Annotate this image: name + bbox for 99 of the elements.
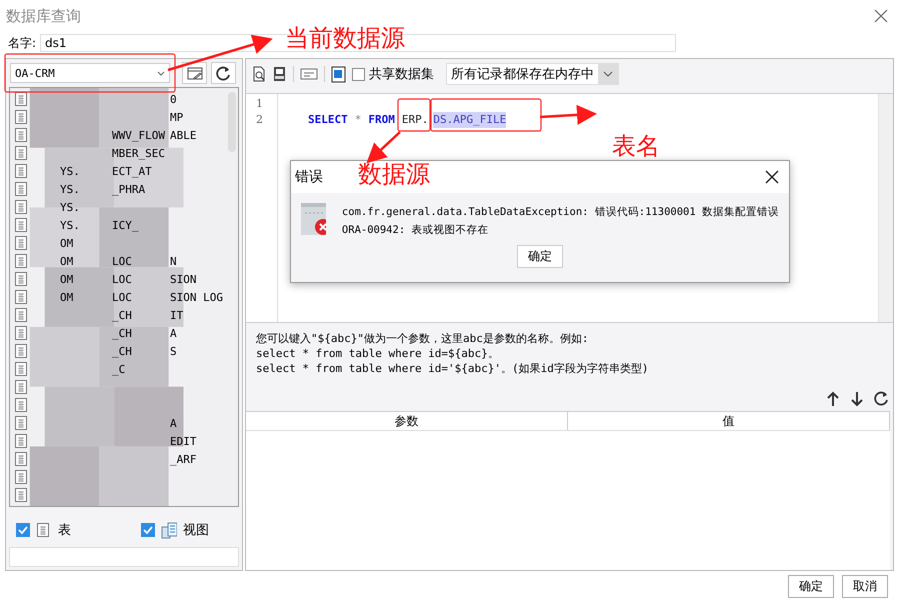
table-name[interactable]: N xyxy=(170,254,177,268)
view-icon xyxy=(161,522,177,539)
table-name[interactable]: S xyxy=(170,344,177,358)
annotation-label: 表名 xyxy=(612,131,660,162)
table-icon xyxy=(14,343,28,359)
table-icon xyxy=(14,451,28,467)
error-message: com.fr.general.data.TableDataException: 错误代码:11300001 数据集配置错误 xyxy=(342,205,779,220)
code-line[interactable]: SELECT * FROM ERP. DS.APG_FILE xyxy=(308,112,512,128)
datasource-dropdown[interactable]: OA-CRM xyxy=(10,63,170,83)
edit-connection-button[interactable] xyxy=(182,62,207,84)
table-name[interactable]: _PHRA xyxy=(112,182,146,196)
table-name[interactable]: OM xyxy=(60,254,74,268)
checkbox-label: 表 xyxy=(58,522,71,540)
preview-icon[interactable] xyxy=(252,66,266,82)
table-name[interactable]: SION xyxy=(170,272,196,286)
table-name[interactable]: OM xyxy=(60,236,74,250)
table-name[interactable]: _CH xyxy=(112,326,132,340)
table-icon xyxy=(14,361,28,377)
line-number: 1 xyxy=(256,96,264,112)
table-name[interactable]: MBER_SEC xyxy=(112,146,165,160)
table-name[interactable]: IT xyxy=(170,308,184,322)
format-sql-icon[interactable] xyxy=(300,66,318,82)
table-name[interactable]: ECT_AT xyxy=(112,164,152,178)
checkbox-label: 视图 xyxy=(183,522,209,540)
arrow xyxy=(366,131,401,164)
checkbox-label: 共享数据集 xyxy=(369,66,434,83)
table-icon xyxy=(14,325,28,341)
table-name[interactable]: ICY_ xyxy=(112,218,138,232)
table-name[interactable]: YS. xyxy=(60,218,80,232)
ok-button[interactable]: 确定 xyxy=(517,245,563,268)
view-checkbox[interactable] xyxy=(141,523,155,538)
share-dataset-checkbox[interactable] xyxy=(352,68,365,80)
window-title: 数据库查询 xyxy=(6,6,81,26)
table-name[interactable]: _CH xyxy=(112,308,132,322)
table-name[interactable]: OM xyxy=(60,290,74,304)
hint-text: select * from table where id='${abc}'。(如果id字段为字符串类型) xyxy=(256,361,650,376)
caret-icon xyxy=(603,70,613,78)
table-name[interactable]: OM xyxy=(60,272,74,286)
table-name[interactable]: A xyxy=(170,416,177,430)
table-icon xyxy=(14,487,28,503)
table-name[interactable]: LOC xyxy=(112,290,132,304)
table-name[interactable]: YS. xyxy=(60,164,80,178)
table-icon xyxy=(14,91,28,107)
error-icon xyxy=(301,203,326,236)
refresh-button[interactable] xyxy=(211,62,236,84)
table-icon xyxy=(14,433,28,449)
input-field[interactable] xyxy=(9,547,239,567)
arrow xyxy=(540,104,597,125)
move-up-icon[interactable] xyxy=(826,391,840,407)
error-message: ORA-00942: 表或视图不存在 xyxy=(342,223,490,238)
refresh-icon[interactable] xyxy=(874,391,889,407)
hint-text: select * from table where id=${abc}。 xyxy=(256,346,500,361)
table-name[interactable]: _ARF xyxy=(170,452,196,466)
table-icon xyxy=(14,469,28,485)
ok-button[interactable]: 确定 xyxy=(788,575,834,598)
table-icon xyxy=(14,397,28,413)
table-name[interactable]: YS. xyxy=(60,182,80,196)
table-name[interactable]: _C xyxy=(112,362,126,376)
table-icon xyxy=(14,217,28,233)
table-icon xyxy=(14,379,28,395)
table-icon xyxy=(14,145,28,161)
table-name[interactable]: EDIT xyxy=(170,434,196,448)
sql-file-icon[interactable] xyxy=(272,66,287,82)
field-label: 名字: xyxy=(8,34,36,52)
cancel-button[interactable]: 取消 xyxy=(842,575,888,598)
table-icon xyxy=(14,127,28,143)
table-icon xyxy=(14,163,28,179)
table-name[interactable]: MP xyxy=(170,110,184,124)
table-icon xyxy=(14,199,28,215)
refresh-icon xyxy=(216,66,231,80)
table-checkbox[interactable] xyxy=(16,523,30,538)
table-icon xyxy=(14,289,28,305)
table-name[interactable]: LOC xyxy=(112,272,132,286)
table-icon xyxy=(14,109,28,125)
table-name[interactable]: ABLE xyxy=(170,128,196,142)
table-icon xyxy=(14,271,28,287)
table-name[interactable]: SION LOG xyxy=(170,290,223,304)
edit-icon xyxy=(186,66,202,80)
table-icon xyxy=(36,522,52,539)
table-icon xyxy=(14,181,28,197)
table-name[interactable]: A xyxy=(170,326,177,340)
line-number: 2 xyxy=(256,112,264,128)
table-icon xyxy=(14,307,28,323)
close-icon[interactable] xyxy=(765,170,779,184)
table-name[interactable]: YS. xyxy=(60,200,80,214)
hint-text: 您可以键入"${abc}"做为一个参数，这里abc是参数的名称。例如: xyxy=(256,331,590,346)
dataset-icon[interactable] xyxy=(331,66,346,82)
annotation-label: 数据源 xyxy=(358,159,430,190)
move-down-icon[interactable] xyxy=(850,391,864,407)
caret-icon xyxy=(157,70,165,76)
table-name[interactable]: LOC xyxy=(112,254,132,268)
table-name[interactable]: WWV_FLOW xyxy=(112,128,165,142)
table-icon xyxy=(14,235,28,251)
dialog-title: 错误 xyxy=(295,168,323,186)
table-icon xyxy=(14,253,28,269)
table-name[interactable]: 0 xyxy=(170,92,177,106)
table-name[interactable]: _CH xyxy=(112,344,132,358)
table-icon xyxy=(14,415,28,431)
storage-mode-dropdown[interactable]: 所有记录都保存在内存中 xyxy=(446,63,619,85)
